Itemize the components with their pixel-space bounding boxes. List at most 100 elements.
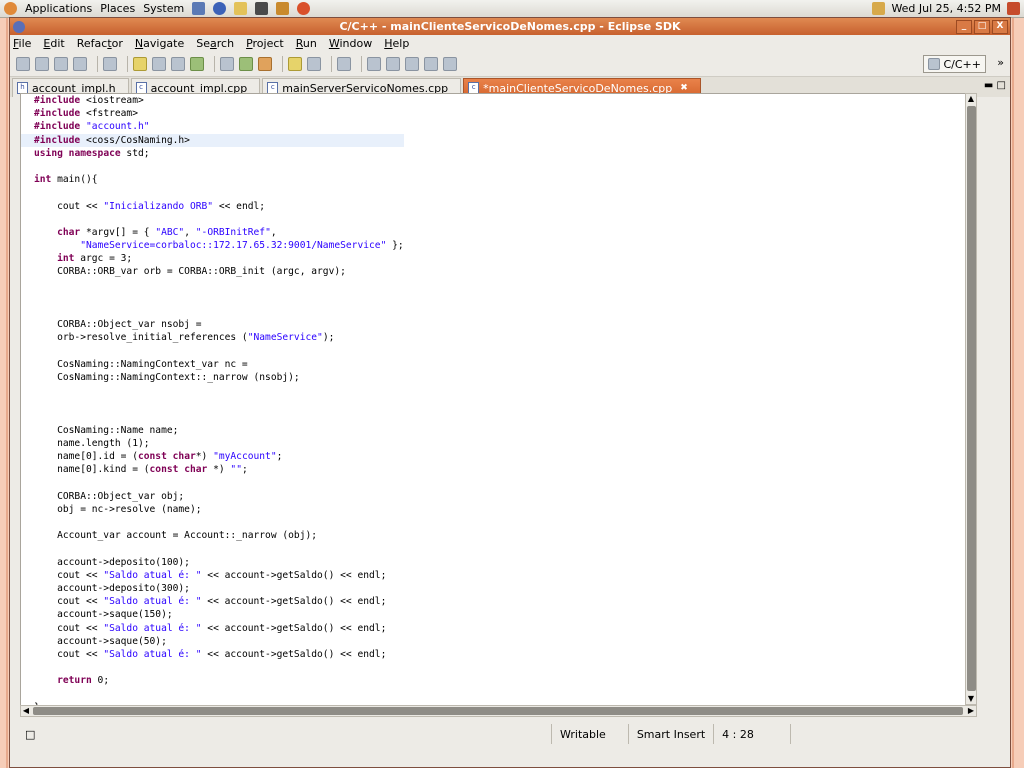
code-line[interactable]: name[0].kind = (const char *) "";: [21, 463, 404, 476]
code-line[interactable]: [21, 213, 404, 226]
menu-file[interactable]: File: [13, 37, 31, 50]
window-menu-icon[interactable]: [13, 20, 25, 33]
code-editor[interactable]: #include <iostream> #include <fstream> #in…: [20, 93, 966, 707]
search-icon[interactable]: [307, 57, 321, 71]
panel-menu-system[interactable]: System: [143, 2, 184, 15]
code-line[interactable]: name[0].id = (const char*) "myAccount";: [21, 450, 404, 463]
code-line[interactable]: CORBA::Object_var obj;: [21, 490, 404, 503]
launcher-firefox-icon[interactable]: [297, 2, 311, 15]
code-line[interactable]: [21, 345, 404, 358]
code-line[interactable]: cout << "Saldo atual é: " << account->ge…: [21, 648, 404, 661]
code-line[interactable]: [21, 542, 404, 555]
perspective-switcher[interactable]: C/C++: [923, 55, 986, 73]
build-icon[interactable]: [103, 57, 117, 71]
user-icon[interactable]: [872, 2, 886, 15]
close-button[interactable]: X: [992, 19, 1008, 34]
code-line[interactable]: cout << "Inicializando ORB" << endl;: [21, 200, 404, 213]
menu-refactor[interactable]: Refactor: [77, 37, 123, 50]
code-line[interactable]: [21, 516, 404, 529]
new-class-icon[interactable]: [190, 57, 204, 71]
code-line[interactable]: CORBA::Object_var nsobj =: [21, 318, 404, 331]
code-line[interactable]: [21, 411, 404, 424]
menu-project[interactable]: Project: [246, 37, 284, 50]
launcher-email-icon[interactable]: [192, 2, 206, 15]
code-line[interactable]: "NameService=corbaloc::172.17.65.32:9001…: [21, 239, 403, 252]
open-type-icon[interactable]: [288, 57, 302, 71]
debug-icon[interactable]: [220, 57, 234, 71]
code-line[interactable]: using namespace std;: [21, 147, 404, 160]
code-line[interactable]: cout << "Saldo atual é: " << account->ge…: [21, 595, 404, 608]
code-line[interactable]: [21, 384, 404, 397]
maximize-button[interactable]: □: [974, 19, 990, 34]
minimize-button[interactable]: _: [956, 19, 972, 34]
code-line[interactable]: char *argv[] = { "ABC", "-ORBInitRef",: [21, 226, 404, 239]
open-perspective-icon[interactable]: [928, 58, 941, 70]
menu-navigate[interactable]: Navigate: [135, 37, 184, 50]
back-icon[interactable]: [424, 57, 438, 71]
launcher-terminal-icon[interactable]: [255, 2, 269, 15]
run-icon[interactable]: [239, 57, 253, 71]
code-line[interactable]: #include <coss/CosNaming.h>: [21, 133, 404, 147]
menu-help[interactable]: Help: [384, 37, 409, 50]
code-line[interactable]: CosNaming::NamingContext::_narrow (nsobj…: [21, 371, 404, 384]
external-tools-icon[interactable]: [258, 57, 272, 71]
code-line[interactable]: int main(){: [21, 173, 404, 186]
panel-clock[interactable]: Wed Jul 25, 4:52 PM: [891, 2, 1001, 15]
code-line[interactable]: cout << "Saldo atual é: " << account->ge…: [21, 622, 404, 635]
scroll-thumb[interactable]: [967, 106, 976, 691]
menu-search[interactable]: Search: [196, 37, 234, 50]
next-annotation-icon[interactable]: [367, 57, 381, 71]
fast-view-icon[interactable]: □: [9, 728, 45, 741]
code-line[interactable]: account->deposito(100);: [21, 556, 404, 569]
code-line[interactable]: account->saque(50);: [21, 635, 404, 648]
code-line[interactable]: [21, 186, 404, 199]
code-line[interactable]: name.length (1);: [21, 437, 404, 450]
new-icon[interactable]: [16, 57, 30, 71]
menu-edit[interactable]: Edit: [43, 37, 64, 50]
code-line[interactable]: [21, 476, 404, 489]
code-line[interactable]: orb->resolve_initial_references ("NameSe…: [21, 331, 404, 344]
launcher-editor-icon[interactable]: [234, 2, 248, 15]
toolbar-overflow-icon[interactable]: »: [997, 56, 1004, 69]
hscroll-thumb[interactable]: [33, 707, 963, 715]
new-folder-icon[interactable]: [152, 57, 166, 71]
code-line[interactable]: account->deposito(300);: [21, 582, 404, 595]
code-line[interactable]: CORBA::ORB_var orb = CORBA::ORB_init (ar…: [21, 265, 404, 278]
logout-icon[interactable]: [1007, 2, 1020, 15]
editor-minmax-icon[interactable]: ▬ □: [984, 80, 1006, 91]
save-icon[interactable]: [35, 57, 49, 71]
code-line[interactable]: [21, 279, 404, 292]
previous-annotation-icon[interactable]: [386, 57, 400, 71]
code-line[interactable]: cout << "Saldo atual é: " << account->ge…: [21, 569, 404, 582]
menu-run[interactable]: Run: [296, 37, 317, 50]
code-line[interactable]: account->saque(150);: [21, 608, 404, 621]
new-source-icon[interactable]: [171, 57, 185, 71]
launcher-browser-icon[interactable]: [213, 2, 227, 15]
code-line[interactable]: [21, 397, 404, 410]
code-line[interactable]: int argc = 3;: [21, 252, 404, 265]
code-line[interactable]: [21, 661, 404, 674]
code-line[interactable]: CosNaming::Name name;: [21, 424, 404, 437]
print-icon[interactable]: [73, 57, 87, 71]
code-line[interactable]: return 0;: [21, 674, 404, 687]
code-line[interactable]: [21, 160, 404, 173]
new-project-icon[interactable]: [133, 57, 147, 71]
horizontal-scrollbar[interactable]: ◀ ▶: [20, 705, 977, 717]
code-line[interactable]: #include <fstream>: [21, 107, 404, 120]
save-all-icon[interactable]: [54, 57, 68, 71]
launcher-tool-icon[interactable]: [276, 2, 290, 15]
panel-menu-places[interactable]: Places: [100, 2, 135, 15]
panel-menu-applications[interactable]: Applications: [25, 2, 92, 15]
code-line[interactable]: obj = nc->resolve (name);: [21, 503, 404, 516]
code-line[interactable]: #include <iostream>: [21, 94, 404, 107]
open-element-icon[interactable]: [337, 57, 351, 71]
scroll-up-icon[interactable]: ▲: [966, 94, 976, 104]
code-line[interactable]: [21, 305, 404, 318]
vertical-scrollbar[interactable]: ▲ ▼: [965, 93, 977, 705]
last-edit-icon[interactable]: [405, 57, 419, 71]
code-line[interactable]: #include "account.h": [21, 120, 404, 133]
scroll-right-icon[interactable]: ▶: [966, 706, 976, 716]
perspective-label[interactable]: C/C++: [943, 58, 981, 71]
code-line[interactable]: Account_var account = Account::_narrow (…: [21, 529, 404, 542]
code-line[interactable]: CosNaming::NamingContext_var nc =: [21, 358, 404, 371]
